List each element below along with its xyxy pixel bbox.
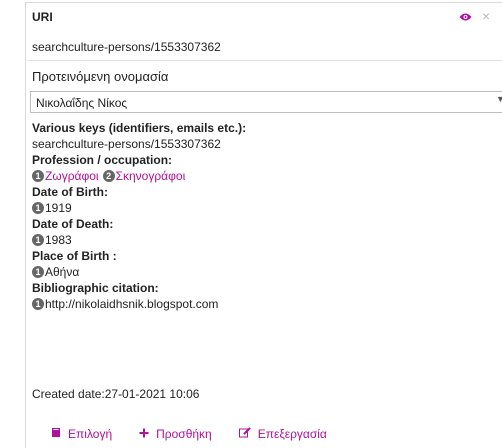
count-badge: 2 — [102, 170, 115, 182]
dod-value: 1983 — [45, 233, 72, 247]
eye-icon[interactable] — [459, 11, 472, 25]
add-label: Προσθήκη — [156, 427, 212, 441]
dod-label: Date of Death: — [32, 217, 114, 231]
edit-icon — [238, 427, 258, 441]
count-badge: 1 — [32, 298, 44, 310]
created-date: Created date:27-01-2021 10:06 — [32, 387, 200, 401]
biblio-label: Bibliographic citation: — [32, 281, 159, 295]
select-button[interactable]: Επιλογή — [51, 427, 112, 441]
uri-heading: URI — [32, 10, 53, 24]
select-label: Επιλογή — [68, 427, 113, 441]
proposed-name-select[interactable]: Νικολαΐδης Νίκος ▼ — [30, 91, 502, 113]
chevron-down-icon: ▼ — [496, 94, 502, 104]
entity-panel: URI × searchculture-persons/1553307362 Π… — [25, 2, 502, 448]
pob-value-row: 1 Αθήνα — [32, 264, 497, 280]
dob-value: 1919 — [45, 201, 72, 215]
uri-value: searchculture-persons/1553307362 — [32, 40, 221, 54]
keys-value: searchculture-persons/1553307362 — [32, 137, 221, 151]
book-icon — [51, 427, 68, 441]
dob-value-row: 1 1919 — [32, 200, 497, 216]
count-badge: 1 — [32, 266, 44, 278]
pob-label: Place of Birth : — [32, 249, 117, 263]
biblio-value: http://nikolaidhsnik.blogspot.com — [45, 297, 219, 311]
pob-value: Αθήνα — [45, 265, 80, 279]
profession-link[interactable]: Σκηνογράφοι — [116, 168, 186, 184]
keys-label: Various keys (identifiers, emails etc.): — [32, 121, 247, 135]
close-icon[interactable]: × — [482, 8, 490, 24]
count-badge: 1 — [32, 202, 44, 214]
proposed-name-value: Νικολαΐδης Νίκος — [36, 96, 128, 110]
plus-icon — [139, 427, 156, 441]
action-bar: Επιλογή Προσθήκη Επεξεργασία — [51, 427, 327, 441]
dod-value-row: 1 1983 — [32, 232, 497, 248]
count-badge: 1 — [32, 234, 44, 246]
profession-link[interactable]: Ζωγράφοι — [45, 168, 99, 184]
edit-label: Επεξεργασία — [257, 427, 327, 441]
entity-details: Various keys (identifiers, emails etc.):… — [32, 120, 497, 312]
dob-label: Date of Birth: — [32, 185, 108, 199]
biblio-value-row: 1 http://nikolaidhsnik.blogspot.com — [32, 296, 497, 312]
profession-values: 1 Ζωγράφοι 2 Σκηνογράφοι — [32, 168, 497, 184]
proposed-name-label: Προτεινόμενη ονομασία — [32, 69, 169, 84]
edit-button[interactable]: Επεξεργασία — [238, 427, 327, 441]
profession-label: Profession / occupation: — [32, 153, 173, 167]
add-button[interactable]: Προσθήκη — [139, 427, 212, 441]
count-badge: 1 — [32, 170, 44, 182]
divider — [27, 60, 502, 61]
